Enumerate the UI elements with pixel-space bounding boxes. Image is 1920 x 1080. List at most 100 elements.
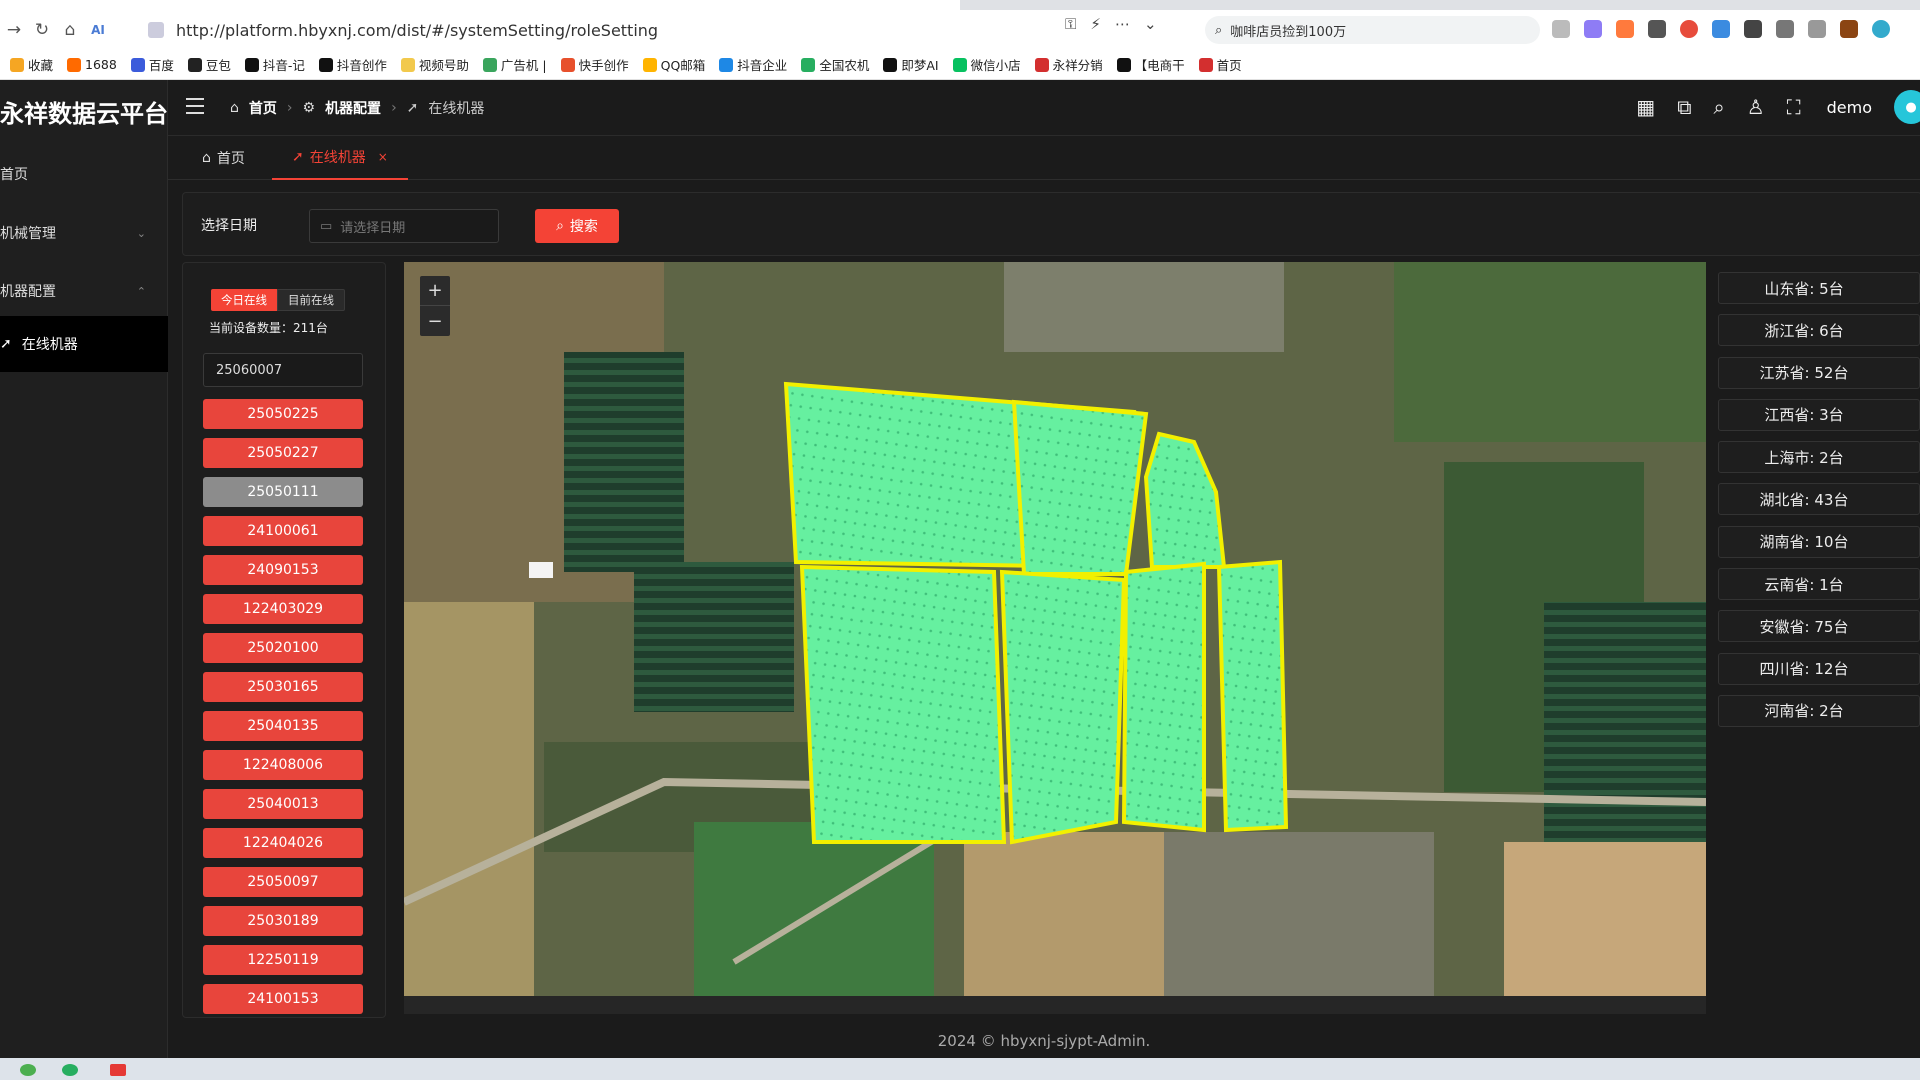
browser-search-input[interactable]: ⌕ 咖啡店员捡到100万 — [1205, 16, 1540, 44]
home-icon[interactable]: ⌂ — [56, 16, 84, 44]
send-icon: ➚ — [292, 149, 304, 165]
undo-icon[interactable] — [1808, 20, 1826, 38]
close-icon[interactable]: × — [378, 150, 388, 164]
province-item[interactable]: 上海市: 2台 — [1718, 441, 1920, 474]
extension-red-icon[interactable] — [1680, 20, 1698, 38]
province-item[interactable]: 浙江省: 6台 — [1718, 314, 1920, 347]
bookmark-item[interactable]: 百度 — [130, 55, 174, 74]
bookmark-item[interactable]: 收藏 — [10, 55, 53, 74]
layout-icon[interactable]: ▦ — [1636, 95, 1655, 119]
bookmark-item[interactable]: 抖音-记 — [244, 55, 305, 74]
tab-online-machines[interactable]: ➚ 在线机器 × — [272, 136, 408, 180]
device-item[interactable]: 24090153 — [203, 555, 363, 585]
reload-icon[interactable]: ↻ — [28, 16, 56, 44]
device-item[interactable]: 25040135 — [203, 711, 363, 741]
tab-current-online[interactable]: 目前在线 — [277, 289, 345, 311]
bag-icon[interactable] — [1840, 20, 1858, 38]
bolt-icon[interactable]: ⚡ — [1090, 15, 1101, 33]
bookmark-item[interactable]: 【电商干 — [1116, 55, 1185, 74]
device-item[interactable]: 25050111 — [203, 477, 363, 507]
zoom-out-button[interactable]: − — [420, 306, 450, 336]
taskbar-app-icon[interactable] — [62, 1064, 78, 1076]
more-icon[interactable]: ⋯ — [1115, 15, 1130, 33]
top-navbar: ⌂ 首页 › ⚙ 机器配置 › ➚ 在线机器 ▦ ⧉ ⌕ ♙ ⛶ demo ● — [168, 80, 1920, 136]
sidebar-item-machine-management[interactable]: 机械管理 ⌄ — [0, 205, 168, 261]
province-item[interactable]: 四川省: 12台 — [1718, 652, 1920, 685]
tab-today-online[interactable]: 今日在线 — [211, 289, 277, 311]
device-item[interactable]: 25020100 — [203, 633, 363, 663]
breadcrumb-config[interactable]: 机器配置 — [325, 98, 381, 118]
bookmark-item[interactable]: 1688 — [67, 57, 117, 72]
sidebar-item-machine-config[interactable]: 机器配置 ⌃ — [0, 263, 168, 319]
app-logo: 永祥数据云平台 — [0, 100, 168, 128]
sidebar-item-home[interactable]: 首页 — [0, 146, 168, 202]
menu-toggle-icon[interactable] — [186, 98, 204, 114]
device-item[interactable]: 122408006 — [203, 750, 363, 780]
sidebar-item-online-machines[interactable]: ➚ 在线机器 — [0, 316, 168, 372]
bookmark-item[interactable]: 广告机 | — [482, 55, 547, 74]
bookmark-item[interactable]: 永祥分销 — [1034, 55, 1103, 74]
user-name[interactable]: demo — [1827, 98, 1872, 117]
chevron-down-icon[interactable]: ⌄ — [1144, 15, 1157, 33]
bookmark-item[interactable]: QQ邮箱 — [642, 55, 705, 74]
province-item[interactable]: 山东省: 5台 — [1718, 272, 1920, 304]
scissors-icon[interactable] — [1552, 20, 1570, 38]
extension-purple-icon[interactable] — [1584, 20, 1602, 38]
device-item[interactable]: 25040013 — [203, 789, 363, 819]
tab-home[interactable]: ⌂ 首页 — [202, 136, 245, 180]
search-button[interactable]: ⌕ 搜索 — [535, 209, 619, 243]
avatar[interactable]: ● — [1894, 90, 1920, 124]
mail-icon[interactable] — [1712, 20, 1730, 38]
shirt-icon[interactable]: ♙ — [1747, 95, 1765, 119]
active-browser-tab[interactable] — [0, 0, 960, 10]
address-bar[interactable]: http://platform.hbyxnj.com/dist/#/system… — [140, 15, 1190, 45]
taskbar-app-icon[interactable] — [20, 1064, 36, 1076]
bookmark-item[interactable]: 微信小店 — [952, 55, 1021, 74]
bookmark-item[interactable]: 抖音创作 — [318, 55, 387, 74]
bookmark-item[interactable]: 快手创作 — [560, 55, 629, 74]
back-icon[interactable]: → — [0, 16, 28, 44]
province-item[interactable]: 江西省: 3台 — [1718, 398, 1920, 431]
bookmark-item[interactable]: 首页 — [1198, 55, 1242, 74]
province-item[interactable]: 湖南省: 10台 — [1718, 525, 1920, 558]
bookmark-item[interactable]: 全国农机 — [801, 55, 869, 74]
bookmark-item[interactable]: 即梦AI — [883, 55, 939, 74]
device-search-input[interactable]: 25060007 — [203, 353, 363, 387]
satellite-map[interactable]: + − — [404, 262, 1706, 996]
translate-icon[interactable]: ⧉ — [1677, 95, 1691, 119]
extension-orange-icon[interactable] — [1616, 20, 1634, 38]
extension-dark-icon[interactable] — [1648, 20, 1666, 38]
puzzle-icon[interactable] — [1744, 20, 1762, 38]
province-item[interactable]: 河南省: 2台 — [1718, 694, 1920, 727]
fullscreen-icon[interactable]: ⛶ — [1787, 95, 1801, 119]
zoom-in-button[interactable]: + — [420, 276, 450, 306]
province-item[interactable]: 安徽省: 75台 — [1718, 610, 1920, 643]
device-item[interactable]: 25030189 — [203, 906, 363, 936]
search-button-label: 搜索 — [569, 219, 598, 235]
province-item[interactable]: 湖北省: 43台 — [1718, 483, 1920, 516]
ai-icon[interactable]: AI — [84, 16, 112, 44]
taskbar-app-icon[interactable] — [110, 1064, 126, 1076]
device-item[interactable]: 25030165 — [203, 672, 363, 702]
bookmark-item[interactable]: 视频号助 — [400, 55, 469, 74]
device-item[interactable]: 24100061 — [203, 516, 363, 546]
bookmark-item[interactable]: 抖音企业 — [719, 55, 787, 74]
device-item[interactable]: 122403029 — [203, 594, 363, 624]
download-icon[interactable] — [1776, 20, 1794, 38]
date-picker-input[interactable]: ▭ 请选择日期 — [309, 209, 499, 243]
device-item[interactable]: 25050227 — [203, 438, 363, 468]
device-item[interactable]: 25050225 — [203, 399, 363, 429]
device-item[interactable]: 12250119 — [203, 945, 363, 975]
device-item[interactable]: 25050097 — [203, 867, 363, 897]
bookmark-item[interactable]: 豆包 — [187, 55, 231, 74]
province-item[interactable]: 云南省: 1台 — [1718, 568, 1920, 601]
search-icon[interactable]: ⌕ — [1713, 95, 1724, 119]
province-item[interactable]: 江苏省: 52台 — [1718, 356, 1920, 389]
device-item[interactable]: 24100153 — [203, 984, 363, 1014]
profile-icon[interactable] — [1872, 20, 1890, 38]
breadcrumb-home[interactable]: 首页 — [249, 98, 277, 118]
breadcrumb-separator: › — [391, 100, 397, 116]
map-scrollbar[interactable] — [404, 996, 1706, 1014]
device-item[interactable]: 122404026 — [203, 828, 363, 858]
key-icon[interactable]: ⚿ — [1065, 15, 1076, 33]
